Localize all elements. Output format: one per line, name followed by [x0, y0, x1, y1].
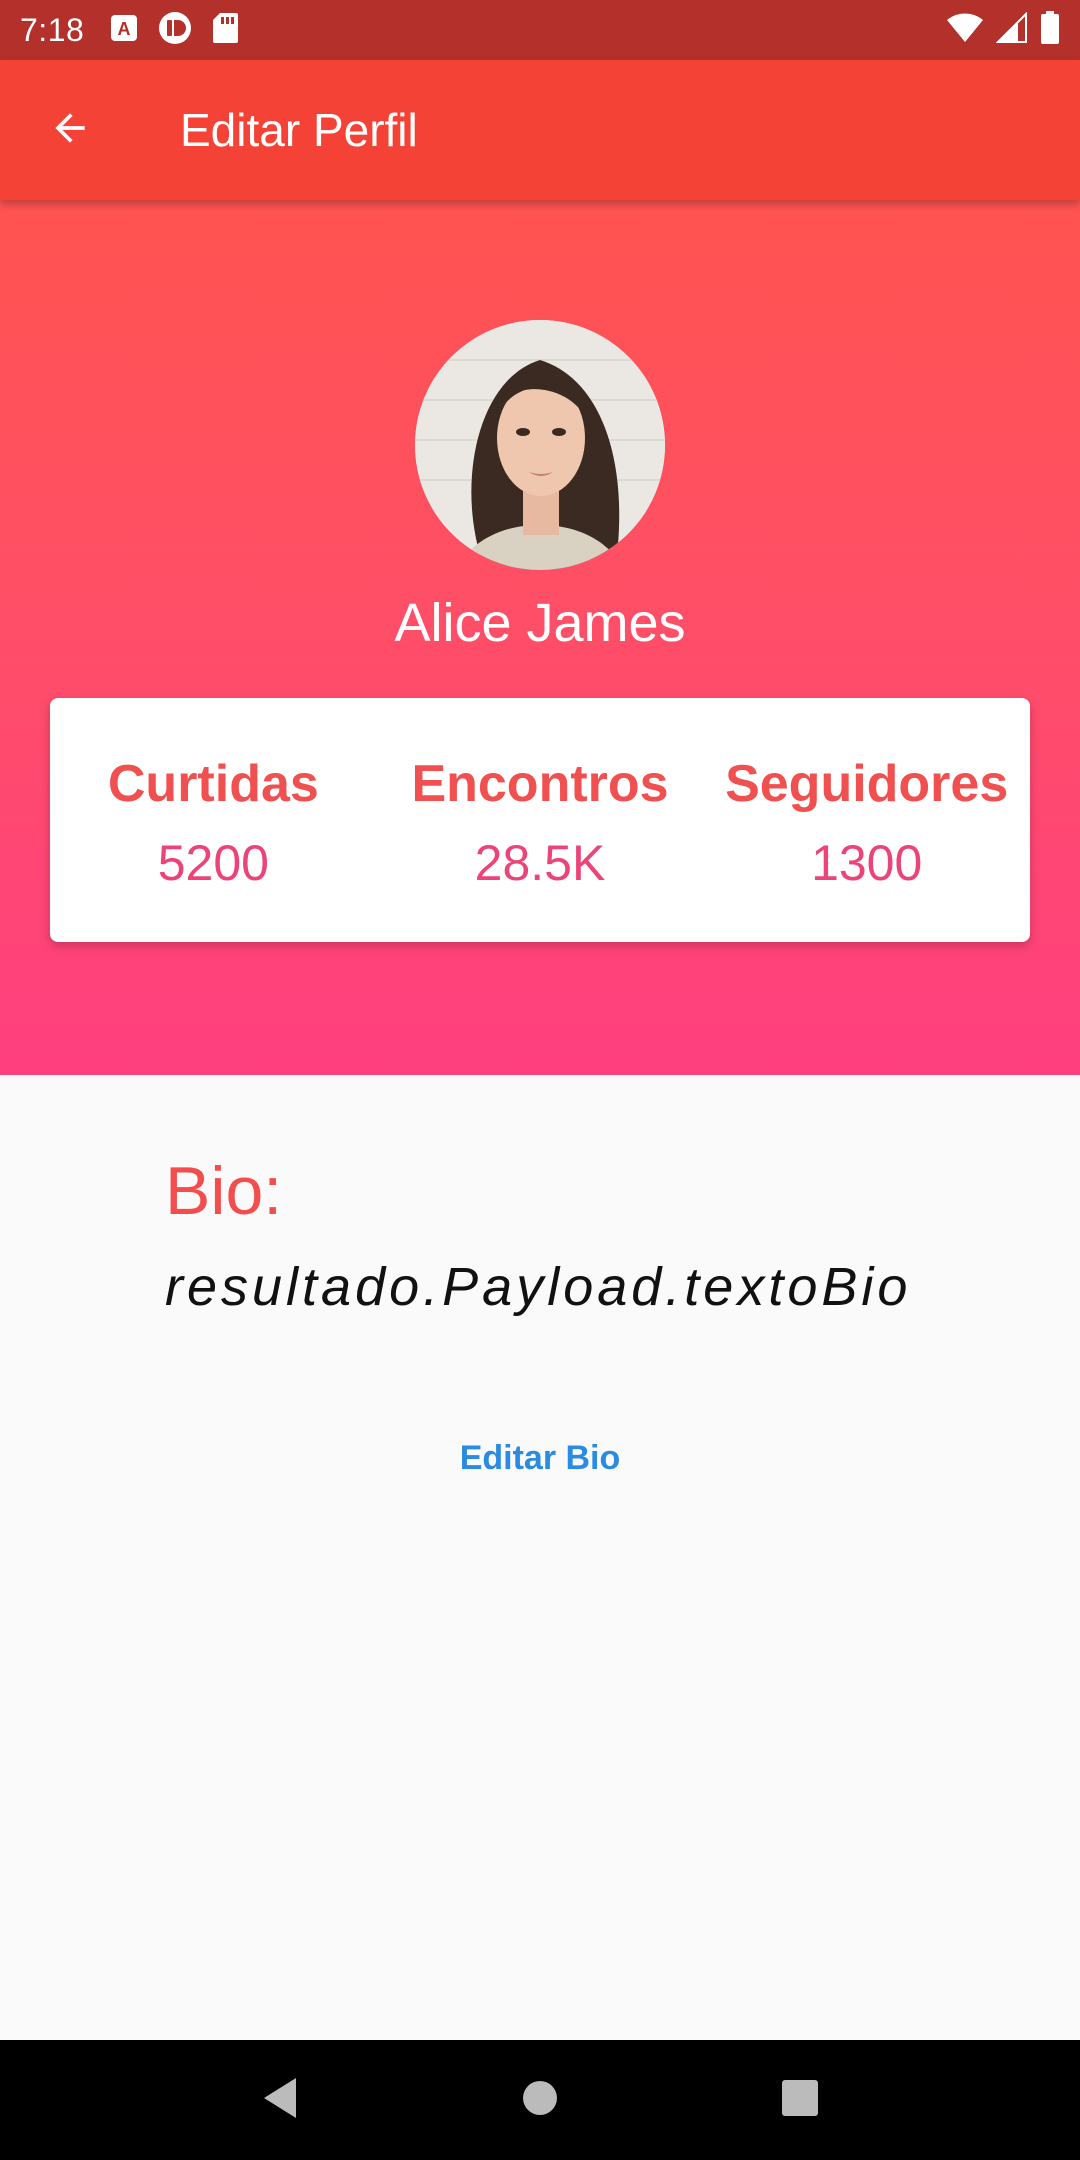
edit-bio-button[interactable]: Editar Bio: [420, 1422, 660, 1494]
stat-likes: Curtidas 5200: [50, 698, 377, 942]
status-notification-icons: A: [110, 11, 239, 50]
recents-square-icon: [780, 2078, 820, 2123]
nav-home-button[interactable]: [500, 2060, 580, 2140]
stat-value: 5200: [157, 835, 269, 891]
nav-back-button[interactable]: [240, 2060, 320, 2140]
stat-label: Curtidas: [107, 755, 319, 813]
bio-title: Bio:: [165, 1153, 283, 1229]
home-circle-icon: [520, 2078, 560, 2123]
status-system-icons: [946, 10, 1060, 50]
battery-icon: [1040, 10, 1060, 50]
stat-matches: Encontros 28.5K: [377, 698, 704, 942]
signal-icon: [995, 11, 1028, 49]
sd-card-icon: [212, 12, 239, 49]
arrow-back-icon: [48, 106, 92, 155]
stat-label: Encontros: [411, 755, 669, 813]
status-time: 7:18: [20, 11, 85, 48]
bio-text: resultado.Payload.textoBio: [165, 1257, 912, 1317]
status-bar: 7:18 A: [0, 0, 1080, 60]
back-button[interactable]: [20, 80, 120, 180]
a-icon: A: [110, 14, 138, 47]
nav-recents-button[interactable]: [760, 2060, 840, 2140]
app-bar: Editar Perfil: [0, 60, 1080, 200]
stat-value: 28.5K: [474, 835, 606, 891]
stat-label: Seguidores: [725, 755, 1009, 813]
profile-name: Alice James: [394, 593, 686, 653]
stat-followers: Seguidores 1300: [703, 698, 1030, 942]
stats-card: Curtidas 5200 Encontros 28.5K Seguidores…: [50, 698, 1030, 942]
page-title: Editar Perfil: [180, 104, 418, 156]
wifi-icon: [946, 12, 984, 49]
svg-text:A: A: [118, 19, 131, 39]
back-triangle-icon: [260, 2076, 300, 2125]
avatar: [415, 320, 665, 570]
stat-value: 1300: [811, 835, 923, 891]
pushbullet-icon: [158, 11, 192, 50]
navigation-bar: [0, 2040, 1080, 2160]
